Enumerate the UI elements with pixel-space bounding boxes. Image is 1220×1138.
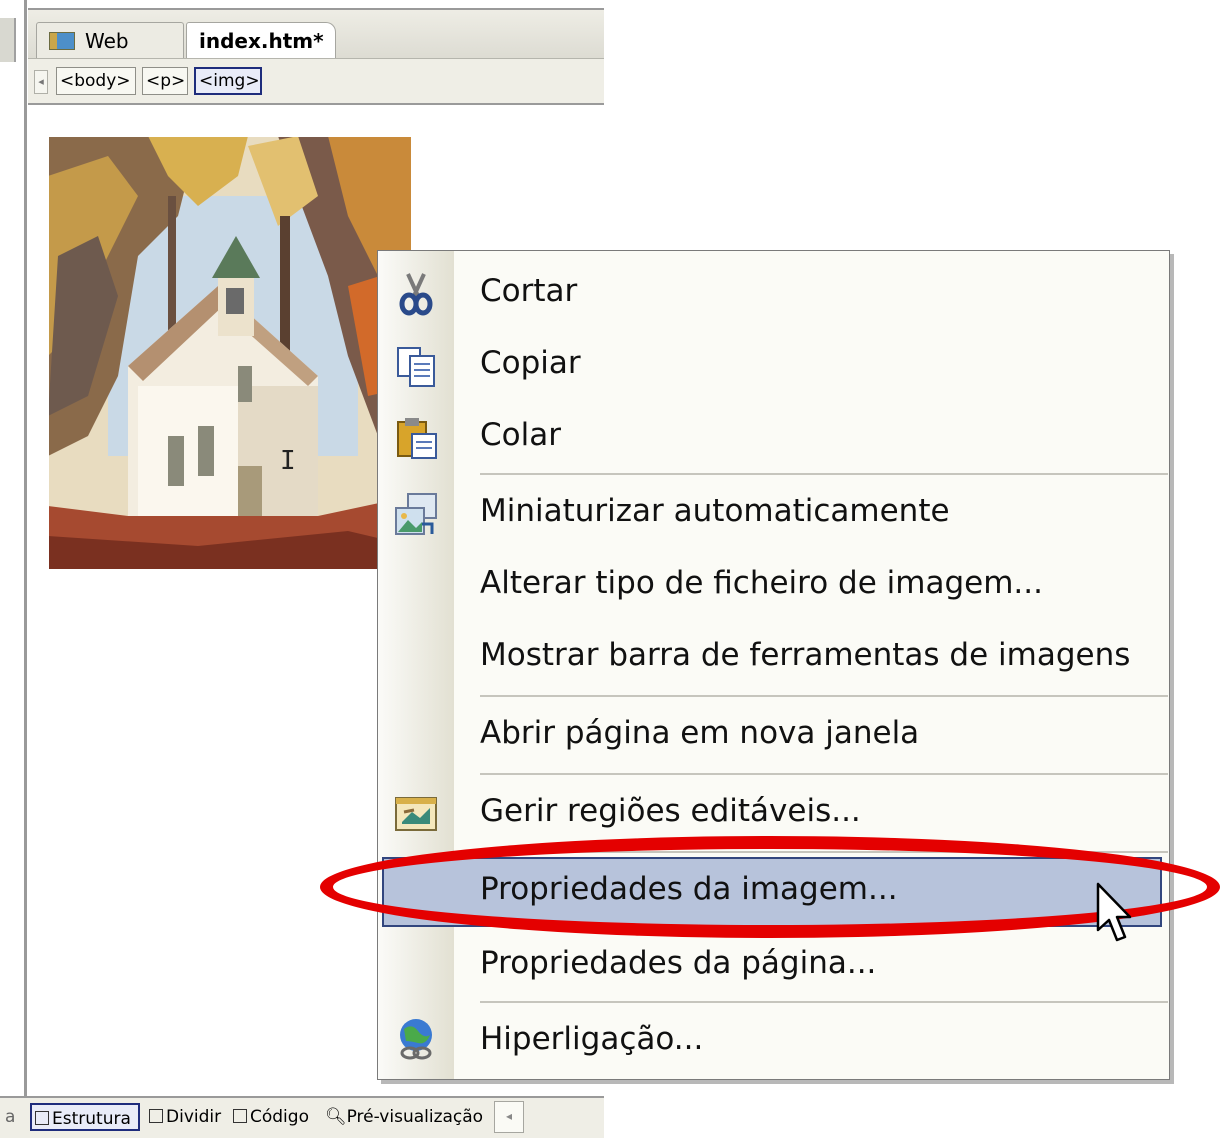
- menu-item-label: Gerir regiões editáveis...: [480, 793, 861, 829]
- panel-collapse-handle[interactable]: [0, 18, 16, 62]
- menu-separator: [480, 695, 1168, 697]
- menu-item-mostrar-barra[interactable]: Mostrar barra de ferramentas de imagens: [378, 623, 1168, 693]
- hyperlink-icon: [400, 1019, 432, 1060]
- editable-regions-icon: [395, 797, 437, 831]
- tag-img[interactable]: <img>: [194, 67, 262, 95]
- view-estrutura-label: Estrutura: [52, 1109, 131, 1129]
- menu-item-colar[interactable]: Colar: [378, 403, 1168, 473]
- magnifier-icon: 🔍︎: [325, 1107, 347, 1127]
- view-pre-label: Pré-visualização: [346, 1107, 484, 1127]
- view-mode-bar: a Estrutura Dividir Código 🔍︎Pré-visuali…: [0, 1096, 604, 1138]
- copy-icon: [397, 347, 435, 387]
- menu-item-label: Cortar: [480, 273, 578, 309]
- scroll-left-button[interactable]: ◂: [494, 1101, 524, 1133]
- menu-item-label: Mostrar barra de ferramentas de imagens: [480, 637, 1131, 673]
- menu-separator: [480, 473, 1168, 475]
- auto-thumbnail-icon: [395, 493, 437, 535]
- menu-item-cortar[interactable]: Cortar: [378, 259, 1168, 329]
- view-dividir-label: Dividir: [166, 1107, 222, 1127]
- panel-splitter[interactable]: [24, 0, 27, 1137]
- tab-web-site[interactable]: Web Site: [36, 22, 184, 89]
- view-codigo-label: Código: [250, 1107, 309, 1127]
- menu-item-hiperligacao[interactable]: Hiperligação...: [378, 1007, 1168, 1077]
- menu-item-label: Alterar tipo de ficheiro de imagem...: [480, 565, 1043, 601]
- split-view-icon: [149, 1109, 163, 1123]
- menu-item-abrir-pagina[interactable]: Abrir página em nova janela: [378, 701, 1168, 771]
- tab-index-htm[interactable]: index.htm*: [186, 22, 336, 60]
- code-view-icon: [233, 1109, 247, 1123]
- paste-icon: [397, 418, 437, 459]
- menu-separator: [480, 773, 1168, 775]
- left-gutter: [0, 0, 26, 1137]
- menu-item-alterar-tipo[interactable]: Alterar tipo de ficheiro de imagem...: [378, 551, 1168, 621]
- menu-item-copiar[interactable]: Copiar: [378, 331, 1168, 401]
- menu-item-label: Propriedades da página...: [480, 945, 877, 981]
- scissors-icon: [399, 273, 433, 316]
- tag-body[interactable]: <body>: [56, 67, 136, 95]
- view-estrutura-button[interactable]: Estrutura: [30, 1103, 140, 1131]
- website-icon: [49, 32, 75, 50]
- menu-item-label: Copiar: [480, 345, 581, 381]
- menu-item-label: Miniaturizar automaticamente: [480, 493, 950, 529]
- document-tab-bar: Web Site index.htm*: [28, 8, 604, 89]
- tab-index-htm-label: index.htm*: [199, 29, 324, 53]
- view-pre-visualizacao-button[interactable]: 🔍︎Pré-visualização: [322, 1103, 486, 1131]
- quick-tag-selector: ◂ <body> <p> <img>: [28, 58, 604, 105]
- menu-item-label: Colar: [480, 417, 561, 453]
- annotation-ellipse: [320, 836, 1220, 938]
- menu-item-label: Hiperligação...: [480, 1021, 704, 1057]
- tag-scroll-left-icon[interactable]: ◂: [34, 70, 48, 94]
- view-dividir-button[interactable]: Dividir: [146, 1103, 224, 1131]
- design-view-icon: [35, 1111, 49, 1125]
- tag-p[interactable]: <p>: [142, 67, 188, 95]
- menu-item-label: Abrir página em nova janela: [480, 715, 920, 751]
- menu-item-propriedades-pagina[interactable]: Propriedades da página...: [378, 931, 1168, 1001]
- view-codigo-button[interactable]: Código: [230, 1103, 312, 1131]
- menu-separator: [480, 1001, 1168, 1003]
- text-cursor-icon: I: [280, 446, 296, 476]
- mouse-pointer-icon: [1096, 882, 1132, 942]
- church-image[interactable]: [48, 136, 412, 570]
- truncated-label: a: [5, 1107, 16, 1127]
- context-menu: Cortar Copiar Colar Miniaturizar automat…: [377, 250, 1170, 1080]
- menu-item-miniaturizar[interactable]: Miniaturizar automaticamente: [378, 479, 1168, 549]
